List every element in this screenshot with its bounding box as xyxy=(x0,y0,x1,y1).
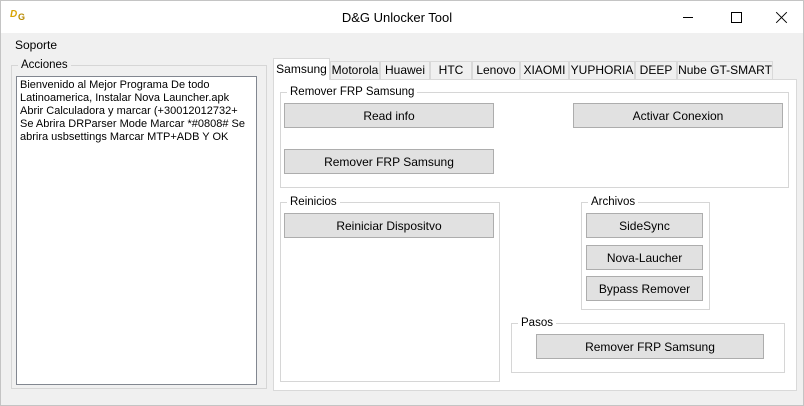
frp-samsung-group-label: Remover FRP Samsung xyxy=(287,85,418,99)
reiniciar-dispositivo-button[interactable]: Reiniciar Dispositvo xyxy=(284,213,494,238)
minimize-button[interactable] xyxy=(665,1,711,33)
tab-nube-gt-smart[interactable]: Nube GT-SMART xyxy=(677,61,773,80)
remover-frp-samsung-button[interactable]: Remover FRP Samsung xyxy=(284,149,494,174)
tab-htc[interactable]: HTC xyxy=(430,61,472,80)
tab-samsung[interactable]: Samsung xyxy=(273,58,330,80)
menu-bar: Soporte xyxy=(1,33,803,57)
bypass-remover-button[interactable]: Bypass Remover xyxy=(586,276,703,301)
tab-huawei[interactable]: Huawei xyxy=(380,61,430,80)
pasos-remover-frp-button[interactable]: Remover FRP Samsung xyxy=(536,334,764,359)
minimize-icon xyxy=(683,16,693,18)
activar-conexion-button[interactable]: Activar Conexion xyxy=(573,103,783,128)
tab-lenovo[interactable]: Lenovo xyxy=(472,61,520,80)
read-info-button[interactable]: Read info xyxy=(284,103,494,128)
title-bar[interactable]: D G D&G Unlocker Tool xyxy=(1,1,803,33)
archivos-label: Archivos xyxy=(588,195,639,209)
close-icon xyxy=(776,11,788,23)
app-window: D G D&G Unlocker Tool Soporte Acciones B… xyxy=(0,0,804,406)
menu-soporte[interactable]: Soporte xyxy=(9,37,63,53)
maximize-button[interactable] xyxy=(713,1,759,33)
reinicios-label: Reinicios xyxy=(287,195,340,209)
tab-motorola[interactable]: Motorola xyxy=(330,61,380,80)
tab-deep[interactable]: DEEP xyxy=(635,61,677,80)
close-button[interactable] xyxy=(759,1,804,33)
acciones-label: Acciones xyxy=(18,58,71,72)
sidesync-button[interactable]: SideSync xyxy=(586,213,703,238)
tab-xiaomi[interactable]: XIAOMI xyxy=(520,61,569,80)
maximize-icon xyxy=(730,11,742,23)
nova-launcher-button[interactable]: Nova-Laucher xyxy=(586,245,703,270)
tab-yuphoria[interactable]: YUPHORIA xyxy=(569,61,635,80)
pasos-label: Pasos xyxy=(518,316,556,330)
acciones-log-textbox[interactable]: Bienvenido al Mejor Programa De todo Lat… xyxy=(16,76,257,385)
